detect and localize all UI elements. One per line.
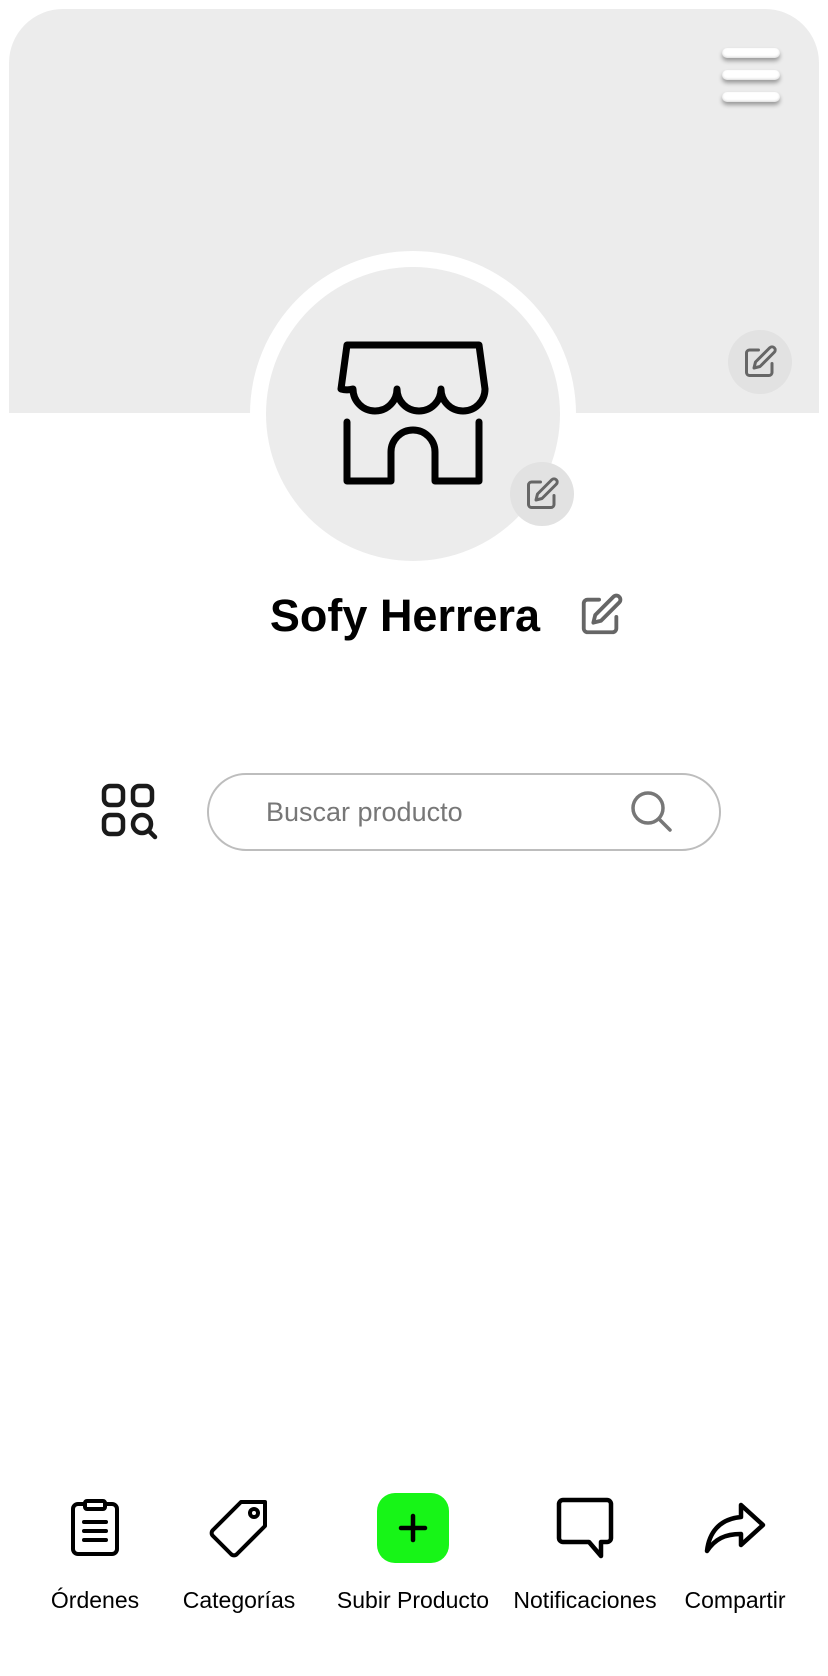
grid-search-icon bbox=[101, 783, 158, 840]
search-bar bbox=[207, 773, 721, 851]
pencil-edit-icon bbox=[745, 345, 777, 377]
nav-item-share[interactable]: Compartir bbox=[650, 1478, 820, 1628]
nav-label-share: Compartir bbox=[684, 1587, 786, 1613]
pencil-edit-icon bbox=[581, 593, 623, 635]
search-input[interactable] bbox=[266, 789, 626, 835]
speech-bubble-icon bbox=[556, 1497, 614, 1559]
nav-label-categories: Categorías bbox=[182, 1587, 296, 1613]
edit-name-button[interactable] bbox=[578, 592, 626, 640]
nav-item-upload-product[interactable]: Subir Producto bbox=[328, 1478, 498, 1628]
magnifier-icon bbox=[631, 791, 672, 832]
nav-item-notifications[interactable]: Notificaciones bbox=[500, 1478, 670, 1628]
menu-line-icon bbox=[722, 48, 780, 58]
menu-line-icon bbox=[722, 92, 780, 102]
tag-icon bbox=[209, 1500, 267, 1558]
nav-icon-wrap bbox=[59, 1492, 131, 1564]
search-button[interactable] bbox=[629, 789, 675, 835]
nav-icon-wrap bbox=[203, 1492, 275, 1564]
bottom-navigation: Órdenes Categorías Subir Producto Notifi… bbox=[0, 1478, 828, 1628]
clipboard-list-icon bbox=[71, 1499, 119, 1556]
edit-avatar-button[interactable] bbox=[510, 462, 574, 526]
profile-name: Sofy Herrera bbox=[269, 590, 541, 641]
storefront-icon bbox=[337, 341, 489, 485]
edit-cover-button[interactable] bbox=[728, 330, 792, 394]
category-search-button[interactable] bbox=[100, 782, 164, 846]
nav-icon-wrap bbox=[699, 1492, 771, 1564]
upload-product-button bbox=[377, 1493, 449, 1563]
nav-item-categories[interactable]: Categorías bbox=[154, 1478, 324, 1628]
store-avatar[interactable] bbox=[266, 267, 560, 561]
nav-icon-wrap bbox=[549, 1492, 621, 1564]
pencil-edit-icon bbox=[527, 477, 559, 509]
nav-label-upload-product: Subir Producto bbox=[336, 1587, 490, 1613]
hamburger-menu-button[interactable] bbox=[720, 44, 784, 110]
nav-label-notifications: Notificaciones bbox=[513, 1587, 657, 1613]
nav-icon-wrap bbox=[377, 1492, 449, 1564]
plus-icon bbox=[398, 1513, 428, 1543]
share-arrow-icon bbox=[704, 1502, 766, 1554]
menu-line-icon bbox=[722, 70, 780, 80]
